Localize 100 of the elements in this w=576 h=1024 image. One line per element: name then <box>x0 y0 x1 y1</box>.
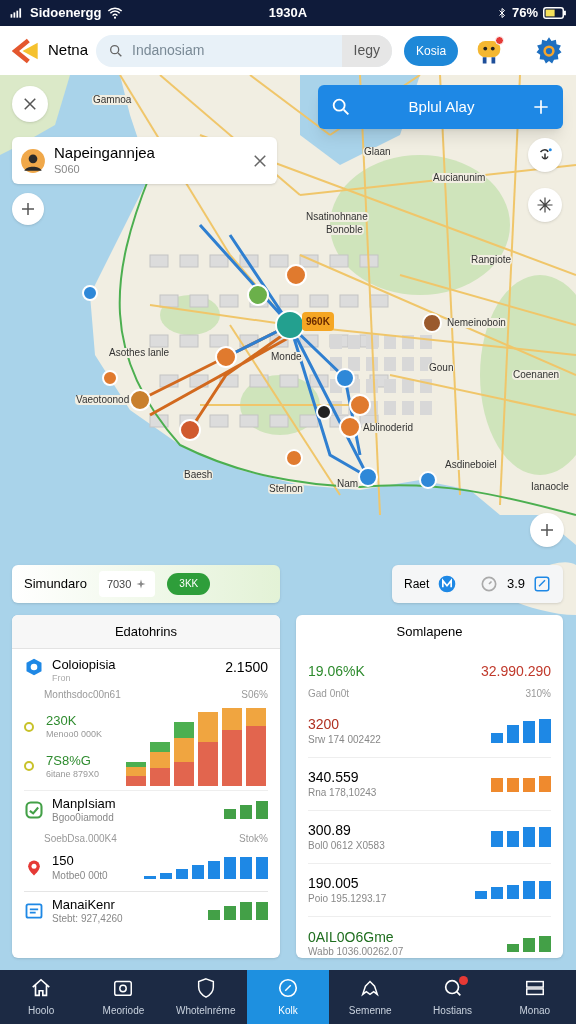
timeline-value: 230K <box>46 713 78 730</box>
place-title: Napeingannjea <box>54 144 156 163</box>
row-caption: Rna 178,10243 <box>308 786 378 799</box>
item-subtitle: Stebt: 927,4260 <box>52 913 124 926</box>
map-label: Nam <box>336 479 360 489</box>
map-label: Aucianunim <box>432 173 487 183</box>
row-value: 0AIL0O6Gme <box>308 928 395 946</box>
item-title: ManaiKenr <box>52 897 116 914</box>
map-label: Asothes lanle <box>108 348 171 358</box>
row-value: 3200 <box>308 716 341 734</box>
panel-title: Edatohrins <box>12 615 280 649</box>
close-icon <box>21 95 39 113</box>
settings-icon[interactable] <box>534 35 564 66</box>
brand-icon <box>437 574 458 594</box>
row-value: 300.89 <box>308 822 352 840</box>
item-subtitle: Fron <box>52 673 72 685</box>
note-text: Gad 0n0t <box>308 687 350 701</box>
map-label: Rangiote <box>470 255 513 265</box>
item-title: Coloiopisia <box>52 657 117 674</box>
zoom-in-button[interactable] <box>530 513 564 547</box>
item-subtitle: Motbe0 00t0 <box>52 869 109 882</box>
item-subtitle: Bgoo0iamodd <box>52 811 115 825</box>
plus-icon[interactable] <box>531 97 551 117</box>
place-card[interactable]: Napeingannjea S060 <box>12 137 277 184</box>
stacked-bar <box>126 761 146 786</box>
note-percent: S06% <box>241 687 268 702</box>
action-button[interactable]: Kosia <box>404 35 459 66</box>
nav-tab[interactable]: Monao <box>493 970 576 1024</box>
timeline-caption: Menoo0 000K <box>46 729 103 741</box>
edit-icon[interactable] <box>533 575 551 593</box>
compass-icon <box>277 976 299 999</box>
map-label: Monde <box>270 352 303 362</box>
map-callout: 960K <box>302 312 334 331</box>
timeline-caption: 6itane 879X0 <box>46 768 100 780</box>
hexagon-icon <box>24 657 44 677</box>
document-icon <box>24 901 44 922</box>
map-label: Asdineboiel <box>444 460 498 470</box>
map-label: Nsatinohnane <box>305 212 369 222</box>
battery-percent: 76% <box>511 4 538 23</box>
avatar-icon <box>20 147 46 174</box>
map-label: Bonoble <box>325 225 364 235</box>
place-subtitle: S060 <box>54 163 81 177</box>
search-label: Bplul Alay <box>407 96 476 117</box>
battery-icon <box>542 4 568 22</box>
map-label: Baesh <box>183 470 214 480</box>
map-label: Gamnoa <box>92 95 133 105</box>
total-change: 19.06%K <box>308 662 365 681</box>
home-icon <box>30 976 53 999</box>
check-badge-icon <box>24 799 44 820</box>
notification-badge <box>458 976 468 985</box>
nav-tab[interactable]: Hostians <box>411 970 494 1024</box>
map-label: Stelnon <box>268 484 304 494</box>
map-label: Ianaocle <box>530 482 570 492</box>
row-value: 340.559 <box>308 769 360 787</box>
note-percent: Stok% <box>239 832 268 847</box>
status-pill: 3KK <box>167 573 211 595</box>
app-name: Netna <box>48 40 89 61</box>
nav-tab[interactable]: Whotelnréme <box>164 970 247 1024</box>
map-label: Glaan <box>363 147 392 157</box>
map-label: Goun <box>428 363 455 373</box>
search-icon <box>330 96 352 118</box>
rating-label: Raet <box>404 576 430 593</box>
note-text: SoebDsa.000K4 <box>44 832 117 847</box>
timeline-dot-icon <box>24 761 34 772</box>
stacked-bar <box>174 721 194 786</box>
item-title: 150 <box>52 853 75 870</box>
map-label: Nemeinoboin <box>446 318 507 328</box>
notification-badge <box>495 35 505 45</box>
nav-tab[interactable]: Semenne <box>329 970 412 1024</box>
summary-label: Simundaro <box>24 575 87 594</box>
total-amount: 32.990.290 <box>480 662 551 681</box>
timeline-value: 7S8%G <box>46 752 92 769</box>
note-text: Monthsdoc00n61 <box>44 687 121 702</box>
zoom-in-icon <box>538 521 556 539</box>
row-value: 190.005 <box>308 875 360 893</box>
item-title: ManpIsiam <box>52 795 117 812</box>
row-caption: Wabb 1036.00262.07 <box>308 946 405 958</box>
compass-icon <box>536 196 554 214</box>
zoom-in-button[interactable] <box>12 193 44 225</box>
panel-title: Somlapene <box>395 623 464 642</box>
search-field[interactable]: Indanosiam <box>124 40 342 61</box>
chip-value: 7030 <box>106 576 132 592</box>
stacked-bar <box>150 741 170 786</box>
row-caption: Poio 195.1293.17 <box>308 892 388 905</box>
timeline-dot-icon <box>24 721 34 732</box>
search-bar[interactable]: Indanosiam Iegy <box>96 34 393 67</box>
nav-tab[interactable]: Hoolo <box>0 970 83 1024</box>
map-search-bar[interactable]: Bplul Alay <box>318 85 563 129</box>
carrier-name: Sidoenergg <box>30 4 102 23</box>
map-label: Vaeotoonod <box>75 395 131 405</box>
search-suffix: Iegy <box>341 34 393 67</box>
zoom-in-icon <box>19 200 37 218</box>
map-label: Ablinoderid <box>362 423 415 433</box>
row-caption: Srw 174 002422 <box>308 733 382 746</box>
item-value: 2.1500 <box>225 658 268 677</box>
nav-tab[interactable]: Meoriode <box>82 970 165 1024</box>
logo-icon <box>12 36 40 65</box>
row-caption: Bol0 0612 X0583 <box>308 839 386 852</box>
wifi-icon <box>105 5 124 21</box>
rating-value: 3.9 <box>506 575 525 594</box>
